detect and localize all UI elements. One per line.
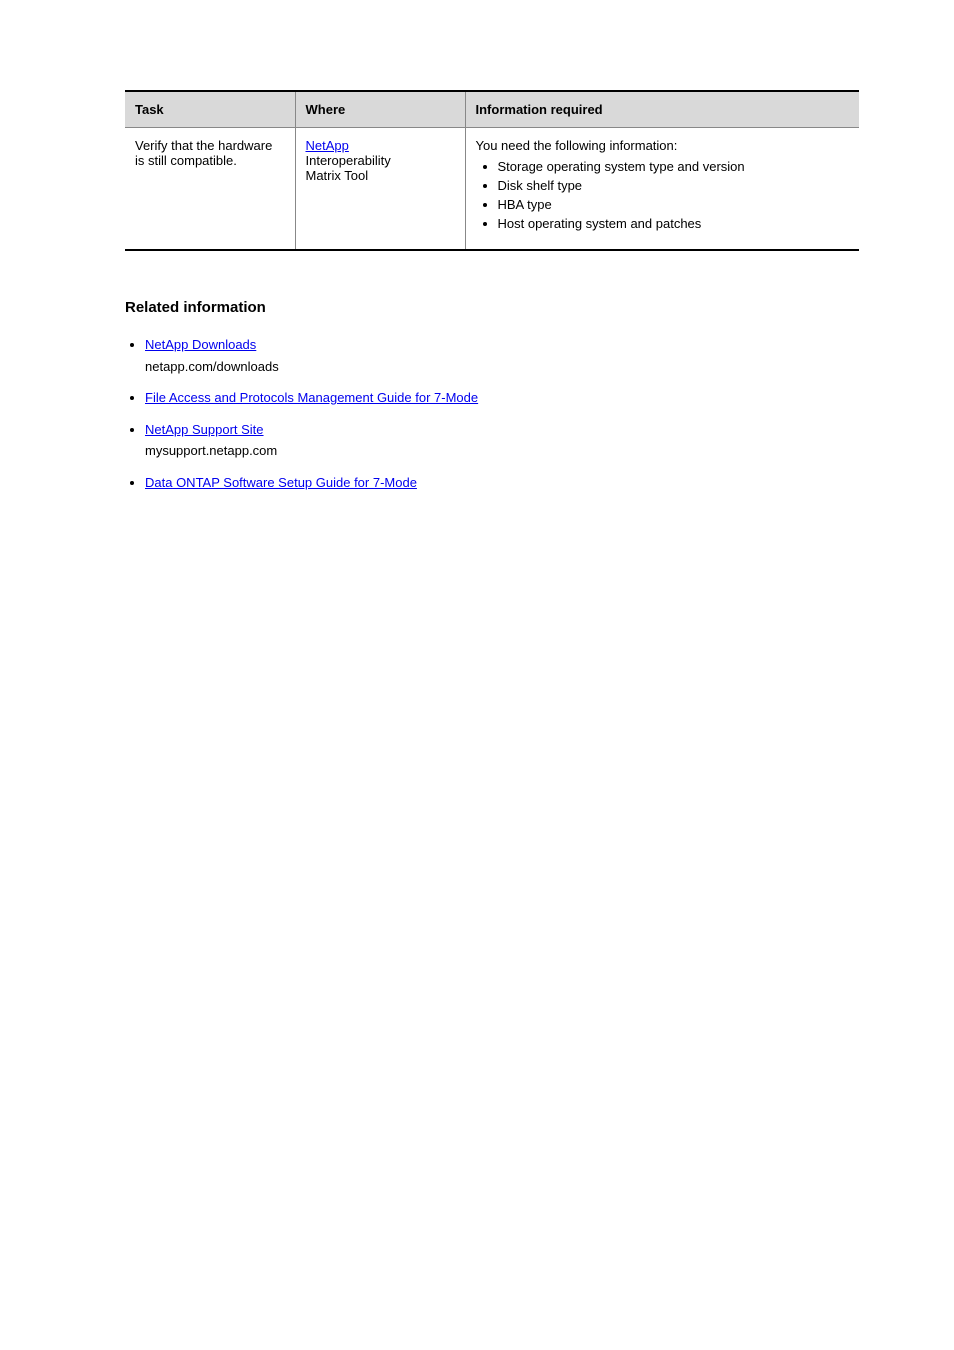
netapp-support-link[interactable]: NetApp Support Site: [145, 422, 264, 437]
info-list-item: HBA type: [498, 197, 850, 212]
info-list: Storage operating system type and versio…: [476, 159, 850, 231]
related-note: mysupport.netapp.com: [145, 442, 859, 460]
software-setup-guide-link[interactable]: Data ONTAP Software Setup Guide for 7-Mo…: [145, 475, 417, 490]
info-cell: You need the following information: Stor…: [465, 128, 859, 251]
task-cell: Verify that the hardware is still compat…: [125, 128, 295, 251]
related-list-item: Data ONTAP Software Setup Guide for 7-Mo…: [145, 474, 859, 492]
info-list-item: Host operating system and patches: [498, 216, 850, 231]
related-list: NetApp Downloads netapp.com/downloads Fi…: [125, 336, 859, 491]
info-intro-text: You need the following information:: [476, 138, 678, 153]
task-text-line2: is still compatible.: [135, 153, 237, 168]
related-information-section: Related information NetApp Downloads net…: [125, 299, 859, 491]
table-header-row: Task Where Information required: [125, 91, 859, 128]
info-list-item: Storage operating system type and versio…: [498, 159, 850, 174]
where-text-line2: Matrix Tool: [306, 168, 369, 183]
netapp-downloads-link[interactable]: NetApp Downloads: [145, 337, 256, 352]
netapp-imt-link[interactable]: NetApp: [306, 138, 349, 153]
where-text-line1: Interoperability: [306, 153, 391, 168]
related-list-item: NetApp Downloads netapp.com/downloads: [145, 336, 859, 375]
col-info-header: Information required: [465, 91, 859, 128]
related-note: netapp.com/downloads: [145, 358, 859, 376]
where-cell: NetApp Interoperability Matrix Tool: [295, 128, 465, 251]
col-task-header: Task: [125, 91, 295, 128]
info-list-item: Disk shelf type: [498, 178, 850, 193]
related-list-item: File Access and Protocols Management Gui…: [145, 389, 859, 407]
file-access-guide-link[interactable]: File Access and Protocols Management Gui…: [145, 390, 478, 405]
related-heading: Related information: [125, 299, 859, 316]
task-text-line1: Verify that the hardware: [135, 138, 272, 153]
col-where-header: Where: [295, 91, 465, 128]
compatibility-table: Task Where Information required Verify t…: [125, 90, 859, 251]
related-list-item: NetApp Support Site mysupport.netapp.com: [145, 421, 859, 460]
table-row: Verify that the hardware is still compat…: [125, 128, 859, 251]
